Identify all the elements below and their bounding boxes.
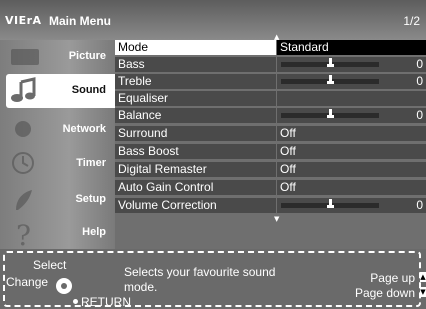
setting-row-treble[interactable]: Treble 0 xyxy=(115,74,426,89)
setting-value-text: 0 xyxy=(416,74,423,88)
setting-value-text: Off xyxy=(280,162,296,176)
setting-row-bass[interactable]: Bass 0 xyxy=(115,57,426,72)
setting-name: Balance xyxy=(115,108,276,123)
setting-row-equaliser[interactable]: Equaliser xyxy=(115,91,426,106)
setting-value: Off xyxy=(277,144,426,159)
sidebar-item-sound[interactable]: Sound xyxy=(6,74,115,108)
sidebar-item-setup[interactable]: Setup xyxy=(0,183,115,217)
sidebar-item-help[interactable]: ? Help xyxy=(0,216,115,250)
sidebar-item-timer[interactable]: Timer xyxy=(0,147,115,181)
setup-icon xyxy=(16,190,32,210)
setting-value xyxy=(277,91,426,106)
setting-name: Equaliser xyxy=(115,91,276,106)
setting-value-text: Standard xyxy=(280,40,329,54)
setting-value-text: Off xyxy=(280,180,296,194)
page-up-hint[interactable]: Page up xyxy=(370,271,415,285)
setting-name: Bass xyxy=(115,57,276,72)
sound-icon xyxy=(11,77,36,102)
navigation-cursor-icon xyxy=(56,278,72,294)
menu-title: Main Menu xyxy=(49,14,111,28)
setting-row-mode[interactable]: Mode Standard xyxy=(115,40,426,55)
setting-row-bass-boost[interactable]: Bass Boost Off xyxy=(115,144,426,159)
sidebar-item-label: Sound xyxy=(71,84,106,96)
svg-text:?: ? xyxy=(16,219,31,247)
setting-name: Bass Boost xyxy=(115,144,276,159)
setting-value-text: Off xyxy=(280,126,296,140)
setting-value-text: 0 xyxy=(416,57,423,71)
return-hint[interactable]: RETURN xyxy=(81,295,131,309)
setting-value: 0 xyxy=(277,74,426,89)
setting-name: Mode xyxy=(115,40,276,55)
bass-slider[interactable] xyxy=(281,58,379,67)
change-hint: Change xyxy=(6,275,49,289)
setting-value: Standard xyxy=(277,40,426,55)
page-down-key-icon[interactable]: ▼ xyxy=(420,287,426,297)
picture-icon xyxy=(11,49,39,65)
tv-main-menu: VIErA Main Menu 1/2 Picture Sound Networ… xyxy=(0,0,426,309)
timer-icon xyxy=(12,152,34,174)
sidebar-item-label: Timer xyxy=(76,157,106,169)
setting-value-text: Off xyxy=(280,144,296,158)
page-indicator: 1/2 xyxy=(403,14,420,28)
menu-header: VIErA Main Menu 1/2 xyxy=(0,0,426,40)
setting-row-digital-remaster[interactable]: Digital Remaster Off xyxy=(115,162,426,177)
setting-value: Off xyxy=(277,162,426,177)
balance-slider[interactable] xyxy=(281,109,379,118)
setting-row-balance[interactable]: Balance 0 xyxy=(115,108,426,123)
setting-name: Treble xyxy=(115,74,276,89)
sidebar-item-picture[interactable]: Picture xyxy=(0,40,115,74)
page-down-hint[interactable]: Page down xyxy=(355,286,415,300)
slider-thumb[interactable] xyxy=(326,75,334,84)
sidebar-item-label: Setup xyxy=(75,193,106,205)
setting-row-volume-correction[interactable]: Volume Correction 0 xyxy=(115,198,426,213)
help-icon: ? xyxy=(16,219,31,247)
slider-thumb[interactable] xyxy=(326,199,334,208)
setting-value: 0 xyxy=(277,57,426,72)
treble-slider[interactable] xyxy=(281,75,379,84)
setting-name: Digital Remaster xyxy=(115,162,276,177)
brand-logo: VIErA xyxy=(5,14,42,27)
scroll-down-arrow-icon[interactable]: ▼ xyxy=(274,215,279,223)
setting-value: Off xyxy=(277,126,426,141)
setting-value-text: 0 xyxy=(416,198,423,212)
sidebar-item-label: Picture xyxy=(68,50,106,62)
sidebar-item-label: Network xyxy=(62,123,106,135)
setting-value-text: 0 xyxy=(416,108,423,122)
setting-name: Surround xyxy=(115,126,276,141)
page-up-key-icon[interactable]: ▲ xyxy=(420,272,426,282)
sidebar: Picture Sound Network Timer Setup ? Help xyxy=(0,40,115,249)
select-hint: Select xyxy=(33,258,67,272)
setting-value: 0 xyxy=(277,198,426,213)
setting-name: Auto Gain Control xyxy=(115,180,276,195)
network-icon xyxy=(15,121,31,137)
help-description-line2: mode. xyxy=(124,280,158,294)
setting-value: Off xyxy=(277,180,426,195)
sidebar-item-network[interactable]: Network xyxy=(0,113,115,147)
slider-thumb[interactable] xyxy=(326,58,334,67)
return-button-icon xyxy=(73,299,78,304)
volume-correction-slider[interactable] xyxy=(281,199,379,208)
setting-name: Volume Correction xyxy=(115,198,276,213)
setting-row-auto-gain-control[interactable]: Auto Gain Control Off xyxy=(115,180,426,195)
setting-value: 0 xyxy=(277,108,426,123)
slider-thumb[interactable] xyxy=(326,109,334,118)
help-description-line1: Selects your favourite sound xyxy=(124,265,276,279)
setting-row-surround[interactable]: Surround Off xyxy=(115,126,426,141)
sidebar-item-label: Help xyxy=(82,226,106,238)
